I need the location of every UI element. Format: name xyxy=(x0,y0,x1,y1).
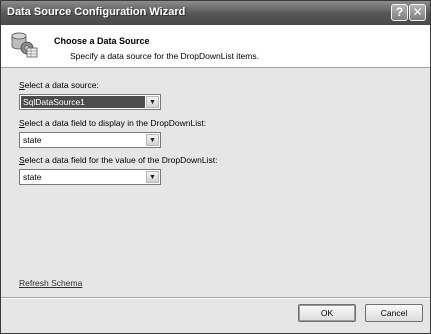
page-title: Choose a Data Source xyxy=(54,36,150,46)
value-field-label-text: elect a data field for the value of the … xyxy=(24,155,218,165)
value-field-label: Select a data field for the value of the… xyxy=(19,155,217,165)
page-subtitle: Specify a data source for the DropDownLi… xyxy=(70,51,259,61)
wizard-dialog: Data Source Configuration Wizard ? ✕ Cho… xyxy=(0,0,431,334)
display-field-dropdown[interactable]: state ▼ xyxy=(19,132,161,148)
data-source-label-text: elect a data source: xyxy=(24,80,99,90)
refresh-schema-link[interactable]: Refresh Schema xyxy=(19,278,82,288)
data-source-value: SqlDataSource1 xyxy=(21,96,145,108)
help-button[interactable]: ? xyxy=(391,4,408,21)
window-title: Data Source Configuration Wizard xyxy=(7,6,186,18)
cancel-button[interactable]: Cancel xyxy=(365,304,423,322)
ok-button[interactable]: OK xyxy=(298,304,356,322)
footer-divider xyxy=(1,297,430,299)
display-field-label-text: elect a data field to display in the Dro… xyxy=(24,118,207,128)
database-wizard-icon xyxy=(11,32,38,58)
display-field-value: state xyxy=(23,135,42,145)
display-field-label: Select a data field to display in the Dr… xyxy=(19,118,206,128)
chevron-down-icon[interactable]: ▼ xyxy=(146,134,159,146)
wizard-header: Choose a Data Source Specify a data sour… xyxy=(1,25,430,68)
data-source-dropdown[interactable]: SqlDataSource1 ▼ xyxy=(19,94,161,110)
value-field-value: state xyxy=(23,172,42,182)
value-field-dropdown[interactable]: state ▼ xyxy=(19,169,161,185)
close-button[interactable]: ✕ xyxy=(409,4,426,21)
chevron-down-icon[interactable]: ▼ xyxy=(146,96,159,108)
data-source-label: Select a data source: xyxy=(19,80,99,90)
title-bar[interactable]: Data Source Configuration Wizard ? ✕ xyxy=(1,1,430,25)
chevron-down-icon[interactable]: ▼ xyxy=(146,171,159,183)
